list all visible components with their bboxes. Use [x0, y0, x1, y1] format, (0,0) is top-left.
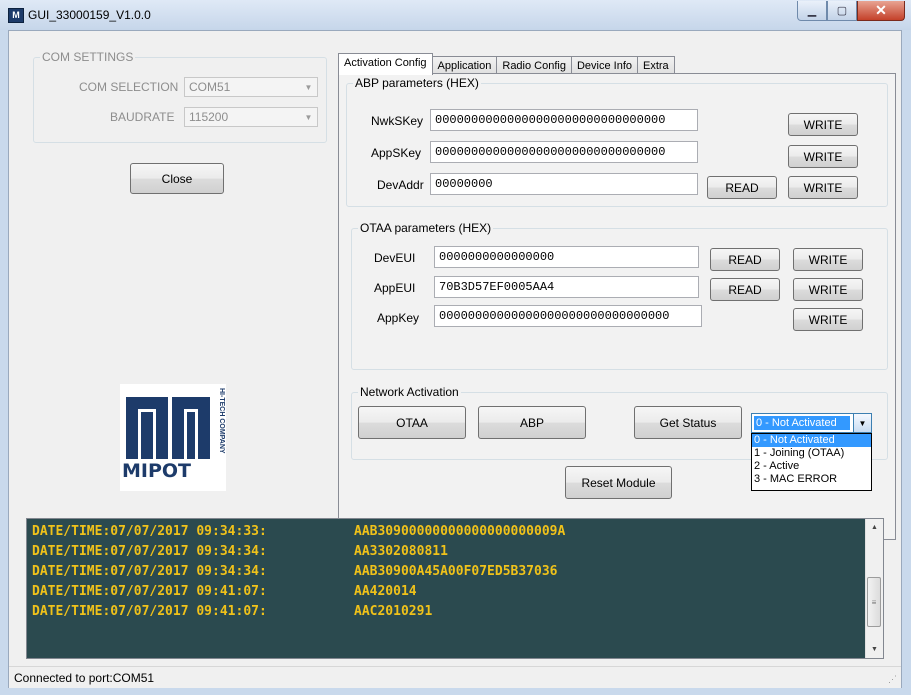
appkey-write-button[interactable]: WRITE	[793, 308, 863, 331]
appskey-input[interactable]: 00000000000000000000000000000000	[430, 141, 698, 163]
com-settings-group: COM SETTINGS COM SELECTION COM51 ▼ BAUDR…	[33, 50, 327, 143]
nwkskey-input[interactable]: 00000000000000000000000000000000	[430, 109, 698, 131]
chevron-down-icon: ▼	[304, 112, 313, 122]
log-scrollbar[interactable]: ▲ ≡ ▼	[865, 519, 883, 658]
appeui-input[interactable]: 70B3D57EF0005AA4	[434, 276, 699, 298]
close-icon: ✕	[875, 2, 887, 18]
devaddr-input[interactable]: 00000000	[430, 173, 698, 195]
com-selection-combo[interactable]: COM51 ▼	[184, 77, 318, 97]
log-message: AAB30900A45A00F07ED5B37036	[354, 564, 558, 579]
com-settings-label: COM SETTINGS	[40, 50, 136, 64]
appkey-label: AppKey	[377, 311, 420, 325]
get-status-button[interactable]: Get Status	[634, 406, 742, 439]
status-text: Connected to port:COM51	[14, 671, 155, 685]
tab-strip: Activation Config Application Radio Conf…	[338, 53, 675, 75]
appeui-write-button[interactable]: WRITE	[793, 278, 863, 301]
log-timestamp: DATE/TIME:07/07/2017 09:41:07:	[32, 584, 267, 599]
abp-group: ABP parameters (HEX) NwkSKey 00000000000…	[346, 76, 888, 207]
nwkskey-label: NwkSKey	[371, 114, 424, 128]
baudrate-value: 115200	[189, 110, 229, 124]
otaa-group-label: OTAA parameters (HEX)	[358, 221, 494, 235]
maximize-button[interactable]: ▢	[827, 1, 857, 21]
deveui-read-button[interactable]: READ	[710, 248, 780, 271]
network-status-select[interactable]: 0 - Not Activated ▼	[751, 413, 872, 433]
chevron-down-icon[interactable]: ▼	[853, 414, 871, 432]
com-selection-label: COM SELECTION	[79, 80, 179, 94]
deveui-input[interactable]: 0000000000000000	[434, 246, 699, 268]
scroll-up-icon[interactable]: ▲	[866, 519, 883, 536]
close-port-button[interactable]: Close	[130, 163, 224, 194]
minimize-icon: ▁	[807, 5, 817, 17]
status-bar: Connected to port:COM51 ⋰	[9, 666, 901, 688]
log-message: AAC2010291	[354, 604, 433, 619]
reset-module-button[interactable]: Reset Module	[565, 466, 672, 499]
appeui-read-button[interactable]: READ	[710, 278, 780, 301]
log-timestamp: DATE/TIME:07/07/2017 09:34:34:	[32, 564, 267, 579]
log-timestamp: DATE/TIME:07/07/2017 09:34:34:	[32, 544, 267, 559]
title-bar[interactable]: M GUI_33000159_V1.0.0 ▁ ▢ ✕	[0, 0, 911, 30]
minimize-button[interactable]: ▁	[797, 1, 827, 21]
deveui-write-button[interactable]: WRITE	[793, 248, 863, 271]
mipot-logo: MIPOT HI-TECH COMPANY	[120, 384, 226, 491]
devaddr-label: DevAddr	[377, 178, 424, 192]
tab-activation-config[interactable]: Activation Config	[338, 53, 433, 75]
baudrate-label: BAUDRATE	[110, 110, 175, 124]
log-console[interactable]: DATE/TIME:07/07/2017 09:34:33: AAB309000…	[26, 518, 884, 659]
network-status-options: 0 - Not Activated 1 - Joining (OTAA) 2 -…	[751, 433, 872, 491]
com-selection-value: COM51	[189, 80, 231, 94]
log-timestamp: DATE/TIME:07/07/2017 09:34:33:	[32, 524, 267, 539]
status-option[interactable]: 1 - Joining (OTAA)	[752, 447, 871, 460]
abp-group-label: ABP parameters (HEX)	[353, 76, 481, 90]
log-message: AAB30900000000000000000009A	[354, 524, 566, 539]
app-icon: M	[8, 8, 24, 23]
status-option[interactable]: 0 - Not Activated	[752, 434, 871, 447]
close-window-button[interactable]: ✕	[857, 1, 905, 21]
window-title: GUI_33000159_V1.0.0	[28, 8, 151, 22]
network-activation-label: Network Activation	[358, 385, 461, 399]
resize-grip-icon[interactable]: ⋰	[888, 674, 897, 685]
abp-button[interactable]: ABP	[478, 406, 586, 439]
nwkskey-write-button[interactable]: WRITE	[788, 113, 858, 136]
deveui-label: DevEUI	[374, 251, 416, 265]
logo-tagline: HI-TECH COMPANY	[218, 388, 225, 454]
status-option[interactable]: 2 - Active	[752, 460, 871, 473]
devaddr-read-button[interactable]: READ	[707, 176, 777, 199]
client-area: COM SETTINGS COM SELECTION COM51 ▼ BAUDR…	[8, 30, 902, 688]
devaddr-write-button[interactable]: WRITE	[788, 176, 858, 199]
otaa-group: OTAA parameters (HEX) DevEUI 00000000000…	[351, 221, 888, 370]
baudrate-combo[interactable]: 115200 ▼	[184, 107, 318, 127]
log-timestamp: DATE/TIME:07/07/2017 09:41:07:	[32, 604, 267, 619]
appskey-write-button[interactable]: WRITE	[788, 145, 858, 168]
chevron-down-icon: ▼	[304, 82, 313, 92]
otaa-button[interactable]: OTAA	[358, 406, 466, 439]
scroll-down-icon[interactable]: ▼	[866, 641, 883, 658]
network-status-selected: 0 - Not Activated	[754, 416, 850, 430]
status-option[interactable]: 3 - MAC ERROR	[752, 473, 871, 486]
appkey-input[interactable]: 00000000000000000000000000000000	[434, 305, 702, 327]
appskey-label: AppSKey	[371, 146, 422, 160]
logo-text: MIPOT	[122, 460, 192, 482]
maximize-icon: ▢	[836, 5, 848, 17]
app-window: M GUI_33000159_V1.0.0 ▁ ▢ ✕ COM SETTINGS…	[0, 0, 911, 695]
appeui-label: AppEUI	[374, 281, 416, 295]
scroll-thumb[interactable]: ≡	[867, 577, 881, 627]
log-message: AA3302080811	[354, 544, 448, 559]
log-message: AA420014	[354, 584, 417, 599]
